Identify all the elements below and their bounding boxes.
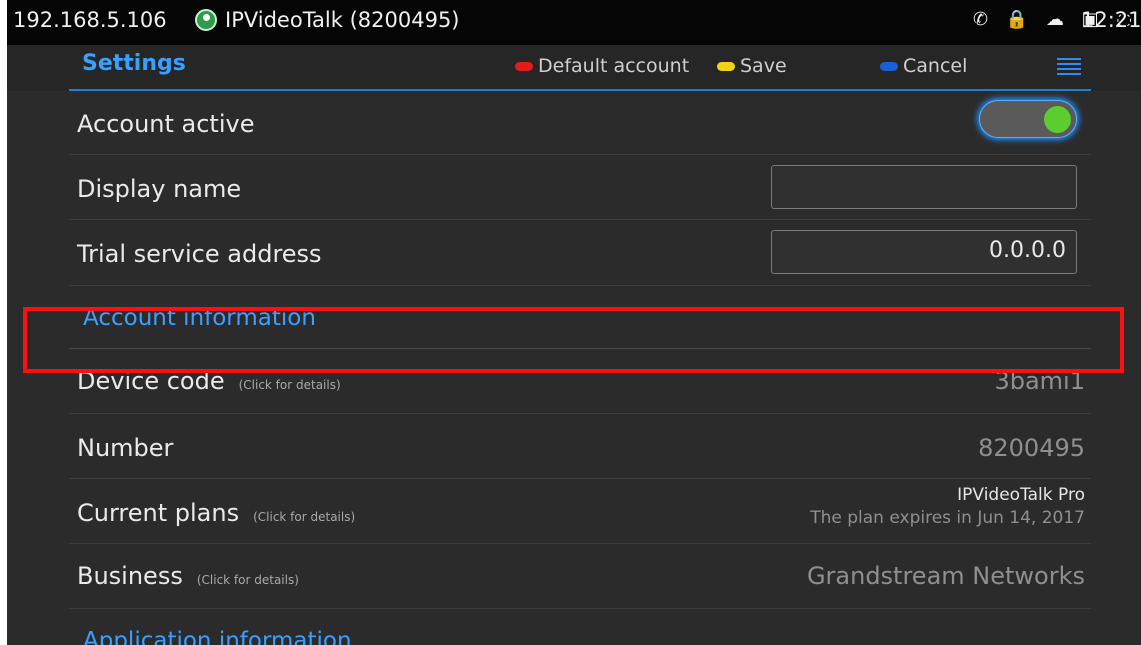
trial-service-address-row: Trial service address 0.0.0.0 bbox=[69, 220, 1091, 286]
account-active-toggle[interactable] bbox=[979, 100, 1077, 138]
default-account-label: Default account bbox=[538, 55, 690, 77]
current-plans-row[interactable]: Current plans (Click for details) IPVideo… bbox=[69, 479, 1091, 544]
save-label: Save bbox=[740, 55, 787, 77]
number-label: Number bbox=[77, 434, 174, 462]
trial-service-address-field[interactable]: 0.0.0.0 bbox=[771, 230, 1077, 274]
blue-key-icon bbox=[880, 62, 898, 71]
number-value: 8200495 bbox=[978, 434, 1085, 462]
business-value: Grandstream Networks bbox=[806, 562, 1085, 590]
cancel-button[interactable]: Cancel bbox=[880, 55, 967, 77]
account-status-icon bbox=[195, 9, 217, 31]
default-account-button[interactable]: Default account bbox=[515, 55, 689, 77]
number-row: Number 8200495 bbox=[69, 414, 1091, 479]
plan-name: IPVideoTalk Pro bbox=[957, 485, 1085, 505]
cancel-label: Cancel bbox=[903, 55, 968, 77]
toggle-knob bbox=[1044, 106, 1071, 133]
header-underline bbox=[69, 89, 1091, 91]
business-label: Business (Click for details) bbox=[77, 562, 299, 590]
settings-header: Settings Default account Save Cancel bbox=[7, 45, 1141, 91]
business-hint: (Click for details) bbox=[196, 573, 299, 587]
display-name-field[interactable] bbox=[771, 165, 1077, 209]
clock: 12:21 bbox=[1081, 8, 1141, 32]
display-name-label: Display name bbox=[77, 175, 242, 203]
highlight-box bbox=[23, 307, 1124, 373]
status-bar: 192.168.5.106 IPVideoTalk (8200495) ✆ 🔒 … bbox=[7, 0, 1141, 45]
current-plans-label: Current plans (Click for details) bbox=[77, 499, 355, 527]
page-title: Settings bbox=[82, 51, 186, 76]
save-button[interactable]: Save bbox=[717, 55, 787, 77]
ip-address: 192.168.5.106 bbox=[13, 8, 167, 32]
business-row[interactable]: Business (Click for details) Grandstream … bbox=[69, 544, 1091, 609]
business-text: Business bbox=[77, 562, 183, 590]
account-name: IPVideoTalk (8200495) bbox=[225, 8, 460, 32]
display-name-row: Display name bbox=[69, 155, 1091, 220]
account-active-row[interactable]: Account active bbox=[69, 92, 1091, 155]
current-plans-text: Current plans bbox=[77, 499, 240, 527]
plan-expiry: The plan expires in Jun 14, 2017 bbox=[810, 508, 1085, 528]
application-information-title: Application information bbox=[83, 628, 352, 645]
current-plans-hint: (Click for details) bbox=[253, 510, 356, 524]
yellow-key-icon bbox=[717, 62, 735, 71]
red-key-icon bbox=[515, 62, 533, 71]
trial-service-address-label: Trial service address bbox=[77, 240, 322, 268]
account-active-label: Account active bbox=[77, 110, 255, 138]
device-code-hint: (Click for details) bbox=[238, 378, 341, 392]
menu-icon[interactable] bbox=[1057, 58, 1081, 75]
